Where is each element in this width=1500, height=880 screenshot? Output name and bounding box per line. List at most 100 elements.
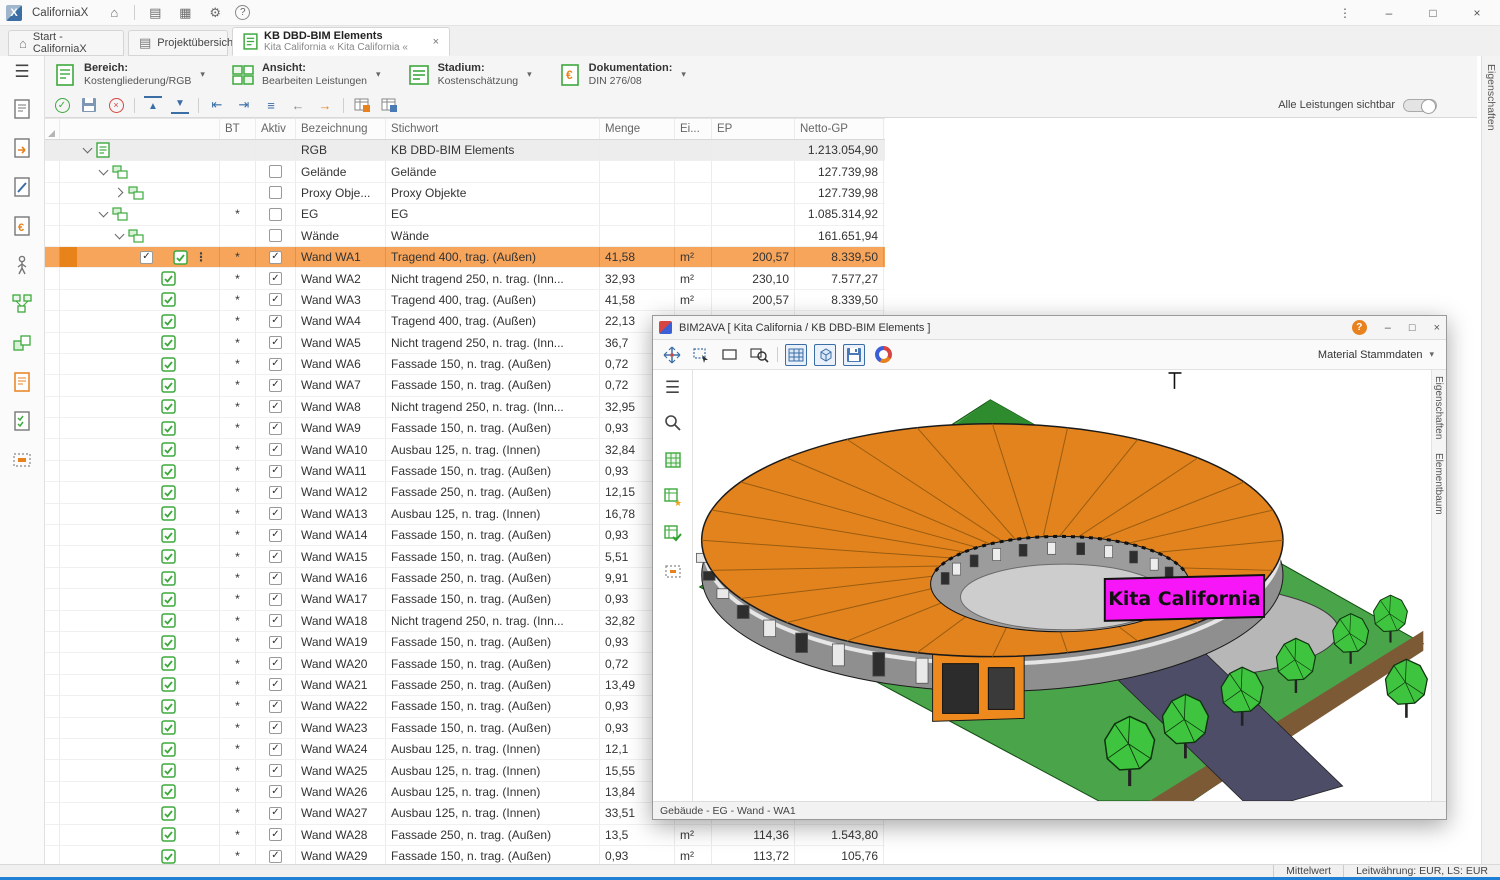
aktiv-checkbox[interactable] bbox=[269, 208, 282, 221]
select-tool-button[interactable] bbox=[690, 344, 712, 366]
dbd-logo-icon[interactable] bbox=[872, 344, 894, 366]
zoom-window-button[interactable] bbox=[748, 344, 770, 366]
help-icon[interactable]: ? bbox=[235, 5, 250, 20]
bim-minimize-button[interactable]: – bbox=[1385, 322, 1391, 334]
table-row[interactable]: *Wand WA3Tragend 400, trag. (Außen)41,58… bbox=[45, 290, 885, 311]
tab-close-icon[interactable]: × bbox=[433, 36, 439, 48]
aktiv-checkbox[interactable] bbox=[269, 400, 282, 413]
sidebar-report-icon[interactable] bbox=[10, 370, 34, 394]
aktiv-checkbox[interactable] bbox=[269, 807, 282, 820]
grid-view-button[interactable] bbox=[785, 344, 807, 366]
ribbon-stadium[interactable]: Stadium:Kostenschätzung ▾ bbox=[407, 62, 532, 88]
bim-hamburger-menu-icon[interactable]: ☰ bbox=[665, 378, 680, 398]
aktiv-checkbox[interactable] bbox=[269, 443, 282, 456]
ribbon-dokumentation[interactable]: € Dokumentation:DIN 276/08 ▾ bbox=[558, 62, 686, 88]
table-link-button[interactable] bbox=[380, 96, 398, 114]
column-header-menge[interactable]: Menge bbox=[600, 119, 675, 139]
forward-button[interactable]: → bbox=[316, 96, 334, 114]
visibility-toggle[interactable] bbox=[1403, 99, 1437, 112]
chevron-down-icon[interactable]: ▾ bbox=[200, 69, 205, 80]
panel-icon[interactable]: ▤ bbox=[145, 5, 165, 21]
bim-layout-icon[interactable] bbox=[661, 559, 685, 583]
column-header-stichwort[interactable]: Stichwort bbox=[386, 119, 600, 139]
aktiv-checkbox[interactable] bbox=[269, 379, 282, 392]
table-row[interactable]: RGBKB DBD-BIM Elements1.213.054,90 bbox=[45, 140, 885, 161]
aktiv-checkbox[interactable] bbox=[269, 315, 282, 328]
sidebar-export-icon[interactable] bbox=[10, 136, 34, 160]
sidebar-trades-icon[interactable] bbox=[10, 253, 34, 277]
tab-start[interactable]: ⌂ Start - CaliforniaX bbox=[8, 30, 124, 56]
ribbon-ansicht[interactable]: Ansicht:Bearbeiten Leistungen ▾ bbox=[231, 62, 381, 88]
home-icon[interactable]: ⌂ bbox=[104, 5, 124, 20]
expander-open-icon[interactable] bbox=[80, 148, 94, 152]
chevron-down-icon[interactable]: ▾ bbox=[527, 69, 532, 80]
aktiv-checkbox[interactable] bbox=[269, 422, 282, 435]
aktiv-checkbox[interactable] bbox=[269, 165, 282, 178]
bim-building-icon[interactable] bbox=[661, 448, 685, 472]
tab-kb-dbd-bim-elements[interactable]: KB DBD-BIM Elements Kita California « Ki… bbox=[232, 27, 450, 56]
table-row[interactable]: *EGEG1.085.314,92 bbox=[45, 204, 885, 225]
aktiv-checkbox[interactable] bbox=[269, 593, 282, 606]
bim-viewport[interactable]: Kita California bbox=[693, 370, 1431, 801]
bim-building-check-icon[interactable] bbox=[661, 522, 685, 546]
bim2ava-window[interactable]: BIM2AVA [ Kita California / KB DBD-BIM E… bbox=[652, 315, 1447, 820]
aktiv-checkbox[interactable] bbox=[269, 465, 282, 478]
column-header-bezeichnung[interactable]: Bezeichnung bbox=[296, 119, 386, 139]
ribbon-bereich[interactable]: Bereich:Kostengliederung/RGB ▾ bbox=[53, 62, 205, 88]
sidebar-audit-icon[interactable] bbox=[10, 409, 34, 433]
outdent-button[interactable]: ⇤ bbox=[208, 96, 226, 114]
column-header-netto-gp[interactable]: Netto-GP bbox=[795, 119, 884, 139]
expander-open-icon[interactable] bbox=[96, 170, 110, 174]
aktiv-checkbox[interactable] bbox=[269, 486, 282, 499]
table-row[interactable]: *Wand WA29Fassade 150, n. trag. (Außen)0… bbox=[45, 846, 885, 864]
sidebar-layout-icon[interactable] bbox=[10, 448, 34, 472]
bim-save-button[interactable] bbox=[843, 344, 865, 366]
aktiv-checkbox[interactable] bbox=[269, 850, 282, 863]
save-button[interactable] bbox=[80, 96, 98, 114]
news-icon[interactable]: ▦ bbox=[175, 5, 195, 21]
close-button[interactable]: × bbox=[1468, 6, 1486, 20]
rect-tool-button[interactable] bbox=[719, 344, 741, 366]
bim-close-button[interactable]: × bbox=[1434, 322, 1440, 334]
table-row[interactable]: GeländeGelände127.739,98 bbox=[45, 161, 885, 182]
overflow-menu-icon[interactable]: ⋮ bbox=[1336, 6, 1354, 20]
collapse-all-button[interactable]: ≡ bbox=[262, 96, 280, 114]
back-button[interactable]: ← bbox=[289, 96, 307, 114]
column-header-aktiv[interactable]: Aktiv bbox=[256, 119, 296, 139]
aktiv-checkbox[interactable] bbox=[269, 358, 282, 371]
model-view-button[interactable] bbox=[814, 344, 836, 366]
tab-projektuebersicht[interactable]: ▤ Projektübersicht bbox=[128, 30, 228, 56]
bim-help-icon[interactable]: ? bbox=[1352, 320, 1367, 335]
sidebar-price-icon[interactable]: € bbox=[10, 214, 34, 238]
maximize-button[interactable]: □ bbox=[1424, 6, 1442, 20]
chevron-down-icon[interactable]: ▾ bbox=[681, 69, 686, 80]
column-header-bt[interactable]: BT bbox=[220, 119, 256, 139]
table-sync-button[interactable] bbox=[353, 96, 371, 114]
column-header-ep[interactable]: EP bbox=[712, 119, 795, 139]
row-menu-icon[interactable]: ⋮ bbox=[195, 250, 207, 264]
table-row[interactable]: ⋮*Wand WA1Tragend 400, trag. (Außen)41,5… bbox=[45, 247, 885, 268]
bim-maximize-button[interactable]: □ bbox=[1409, 322, 1416, 334]
bim-building-star-icon[interactable]: ★ bbox=[661, 485, 685, 509]
apply-button[interactable]: ✓ bbox=[53, 96, 71, 114]
bim-window-titlebar[interactable]: BIM2AVA [ Kita California / KB DBD-BIM E… bbox=[653, 316, 1446, 340]
indent-button[interactable]: ⇥ bbox=[235, 96, 253, 114]
minimize-button[interactable]: – bbox=[1380, 6, 1398, 20]
sidebar-measure-icon[interactable] bbox=[10, 175, 34, 199]
aktiv-checkbox[interactable] bbox=[269, 251, 282, 264]
bim-zoom-icon[interactable] bbox=[661, 411, 685, 435]
aktiv-checkbox[interactable] bbox=[269, 743, 282, 756]
bim-side-tabs[interactable]: Eigenschaften Elementbaum bbox=[1431, 370, 1446, 801]
sidebar-bim-elements-icon[interactable] bbox=[10, 331, 34, 355]
aktiv-checkbox[interactable] bbox=[269, 828, 282, 841]
bim-elementtree-tab[interactable]: Elementbaum bbox=[1433, 453, 1446, 515]
table-row[interactable]: *Wand WA28Fassade 250, n. trag. (Außen)1… bbox=[45, 825, 885, 846]
aktiv-checkbox[interactable] bbox=[269, 572, 282, 585]
aktiv-checkbox[interactable] bbox=[269, 764, 282, 777]
expander-open-icon[interactable] bbox=[96, 212, 110, 216]
row-checkbox[interactable] bbox=[140, 251, 153, 264]
aktiv-checkbox[interactable] bbox=[269, 636, 282, 649]
chevron-down-icon[interactable]: ▾ bbox=[1429, 349, 1434, 360]
bim-3d-view[interactable]: Kita California bbox=[693, 370, 1431, 801]
properties-side-strip[interactable]: Eigenschaften bbox=[1481, 56, 1500, 864]
